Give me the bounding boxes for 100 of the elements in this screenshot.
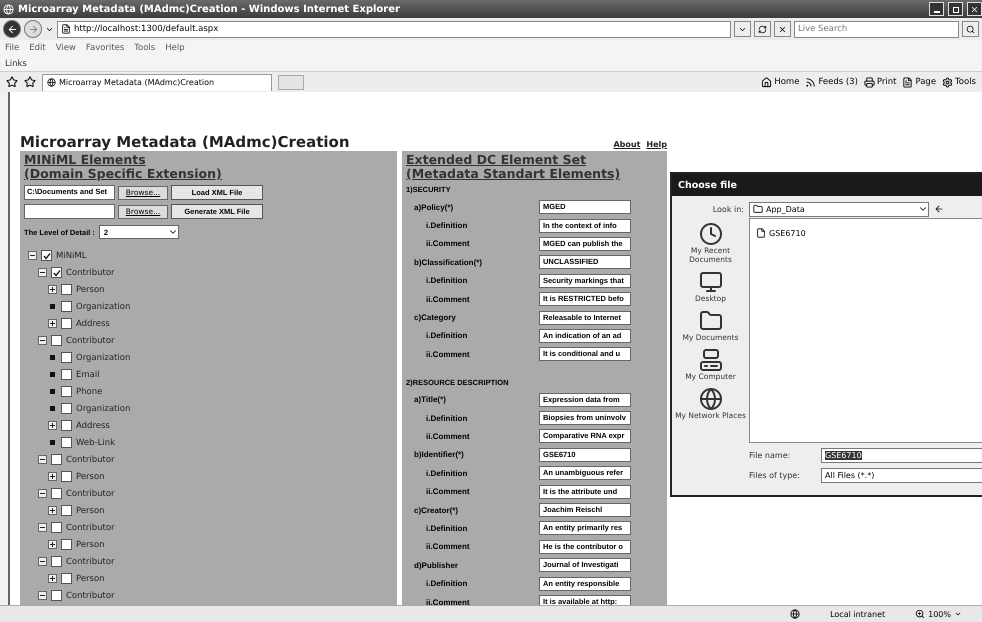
star-icon[interactable] xyxy=(24,76,36,88)
checkbox[interactable] xyxy=(61,505,72,516)
back-icon[interactable] xyxy=(934,204,944,214)
expand-icon[interactable] xyxy=(48,421,57,430)
file-path-field[interactable] xyxy=(24,204,115,219)
nav-link[interactable]: About xyxy=(613,140,640,149)
panel-heading: MINiML Elements xyxy=(24,153,147,167)
expand-icon[interactable] xyxy=(48,472,57,481)
search-field[interactable]: Live Search xyxy=(794,20,959,38)
tree-node-label[interactable]: Person xyxy=(76,574,105,584)
expand-icon[interactable] xyxy=(48,540,57,549)
checkbox[interactable] xyxy=(41,250,52,261)
checkbox[interactable] xyxy=(51,590,62,601)
collapse-icon[interactable] xyxy=(38,557,47,566)
address-field[interactable]: http://localhost:1300/default.aspx xyxy=(57,20,731,38)
tree-node-label[interactable]: Contributor xyxy=(66,268,115,278)
file-name-field[interactable]: GSE6710 xyxy=(821,448,982,463)
menu-item[interactable]: Help xyxy=(165,43,185,53)
collapse-icon[interactable] xyxy=(38,591,47,600)
links-label[interactable]: Links xyxy=(5,58,27,68)
tree-node-label[interactable]: Contributor xyxy=(66,336,115,346)
menu-item[interactable]: View xyxy=(56,43,76,53)
expand-icon[interactable] xyxy=(48,506,57,515)
checkbox[interactable] xyxy=(61,437,72,448)
checkbox[interactable] xyxy=(61,471,72,482)
command-button[interactable]: Home xyxy=(761,76,800,88)
tree-node-label[interactable]: Address xyxy=(76,318,110,328)
command-button[interactable]: Page xyxy=(902,76,936,88)
browser-tab[interactable]: Microarray Metadata (MAdmc)Creation xyxy=(42,74,272,90)
minimize-button[interactable] xyxy=(929,2,944,16)
command-button[interactable]: Print xyxy=(864,76,896,88)
collapse-icon[interactable] xyxy=(38,523,47,532)
printer-icon xyxy=(864,76,875,88)
collapse-icon[interactable] xyxy=(38,489,47,498)
checkbox[interactable] xyxy=(61,403,72,414)
checkbox[interactable] xyxy=(61,369,72,380)
checkbox[interactable] xyxy=(51,522,62,533)
star-icon[interactable] xyxy=(6,76,18,88)
zone-status: Local intranet xyxy=(830,610,886,618)
collapse-icon[interactable] xyxy=(28,251,37,260)
collapse-icon[interactable] xyxy=(38,455,47,464)
tree-node-label[interactable]: Web-Link xyxy=(76,438,116,448)
forward-button[interactable] xyxy=(24,20,42,38)
tree-node-label[interactable]: Contributor xyxy=(66,556,115,566)
checkbox[interactable] xyxy=(61,352,72,363)
restore-button[interactable] xyxy=(948,2,963,16)
close-button[interactable] xyxy=(967,2,982,16)
expand-icon[interactable] xyxy=(48,285,57,294)
file-type-select[interactable]: All Files (*.*) xyxy=(821,468,982,483)
field-label: ii.Comment xyxy=(425,598,471,605)
tree-node-label[interactable]: Person xyxy=(76,506,105,516)
search-button[interactable] xyxy=(962,21,979,37)
tree-node-label[interactable]: MiNiML xyxy=(56,250,86,260)
zoom-icon xyxy=(915,609,926,619)
field-label: i.Definition xyxy=(425,331,468,340)
menu-item[interactable]: Edit xyxy=(29,43,46,53)
search-icon xyxy=(966,24,975,34)
document-entry[interactable]: GSE6710 xyxy=(756,228,806,238)
tree-node-label[interactable]: Person xyxy=(76,540,105,550)
expand-icon[interactable] xyxy=(48,574,57,583)
tree-node-label[interactable]: Email xyxy=(76,370,100,380)
tree-node-label[interactable]: Organization xyxy=(76,352,130,362)
tree-node-label[interactable]: Phone xyxy=(76,386,102,396)
tree-node-label[interactable]: Contributor xyxy=(66,488,115,498)
look-in-select[interactable]: App_Data xyxy=(749,202,929,216)
menu-item[interactable]: File xyxy=(5,43,20,53)
tree-node-label[interactable]: Contributor xyxy=(66,590,115,600)
tree-node-label[interactable]: Person xyxy=(76,472,105,482)
menu-item[interactable]: Favorites xyxy=(86,43,124,53)
checkbox[interactable] xyxy=(61,573,72,584)
back-button[interactable] xyxy=(3,20,21,38)
checkbox[interactable] xyxy=(61,386,72,397)
command-button[interactable]: Feeds (3) xyxy=(805,76,858,88)
collapse-icon[interactable] xyxy=(38,268,47,277)
expand-icon[interactable] xyxy=(48,319,57,328)
checkbox[interactable] xyxy=(51,454,62,465)
checkbox[interactable] xyxy=(61,420,72,431)
checkbox[interactable] xyxy=(61,301,72,312)
stop-button[interactable] xyxy=(774,21,791,37)
command-button[interactable]: Tools xyxy=(942,76,976,88)
tree-node-label[interactable]: Organization xyxy=(76,302,130,312)
tree-node-label[interactable]: Contributor xyxy=(66,454,115,464)
checkbox[interactable] xyxy=(61,284,72,295)
checkbox[interactable] xyxy=(51,556,62,567)
zoom-control[interactable]: 100% xyxy=(915,609,962,619)
refresh-button[interactable] xyxy=(754,21,771,37)
nav-link[interactable]: Help xyxy=(646,140,667,149)
collapse-icon[interactable] xyxy=(38,336,47,345)
tree-node-label[interactable]: Address xyxy=(76,420,110,430)
panel-heading: (Metadata Standart Elements) xyxy=(406,167,622,181)
checkbox[interactable] xyxy=(51,488,62,499)
checkbox[interactable] xyxy=(51,267,62,278)
tree-node-label[interactable]: Person xyxy=(76,284,105,294)
checkbox[interactable] xyxy=(51,335,62,346)
field-label: i.Definition xyxy=(425,276,468,286)
checkbox[interactable] xyxy=(61,318,72,329)
menu-item[interactable]: Tools xyxy=(134,43,156,53)
tree-node-label[interactable]: Contributor xyxy=(66,522,115,532)
tree-node-label[interactable]: Organization xyxy=(76,404,130,414)
checkbox[interactable] xyxy=(61,539,72,550)
